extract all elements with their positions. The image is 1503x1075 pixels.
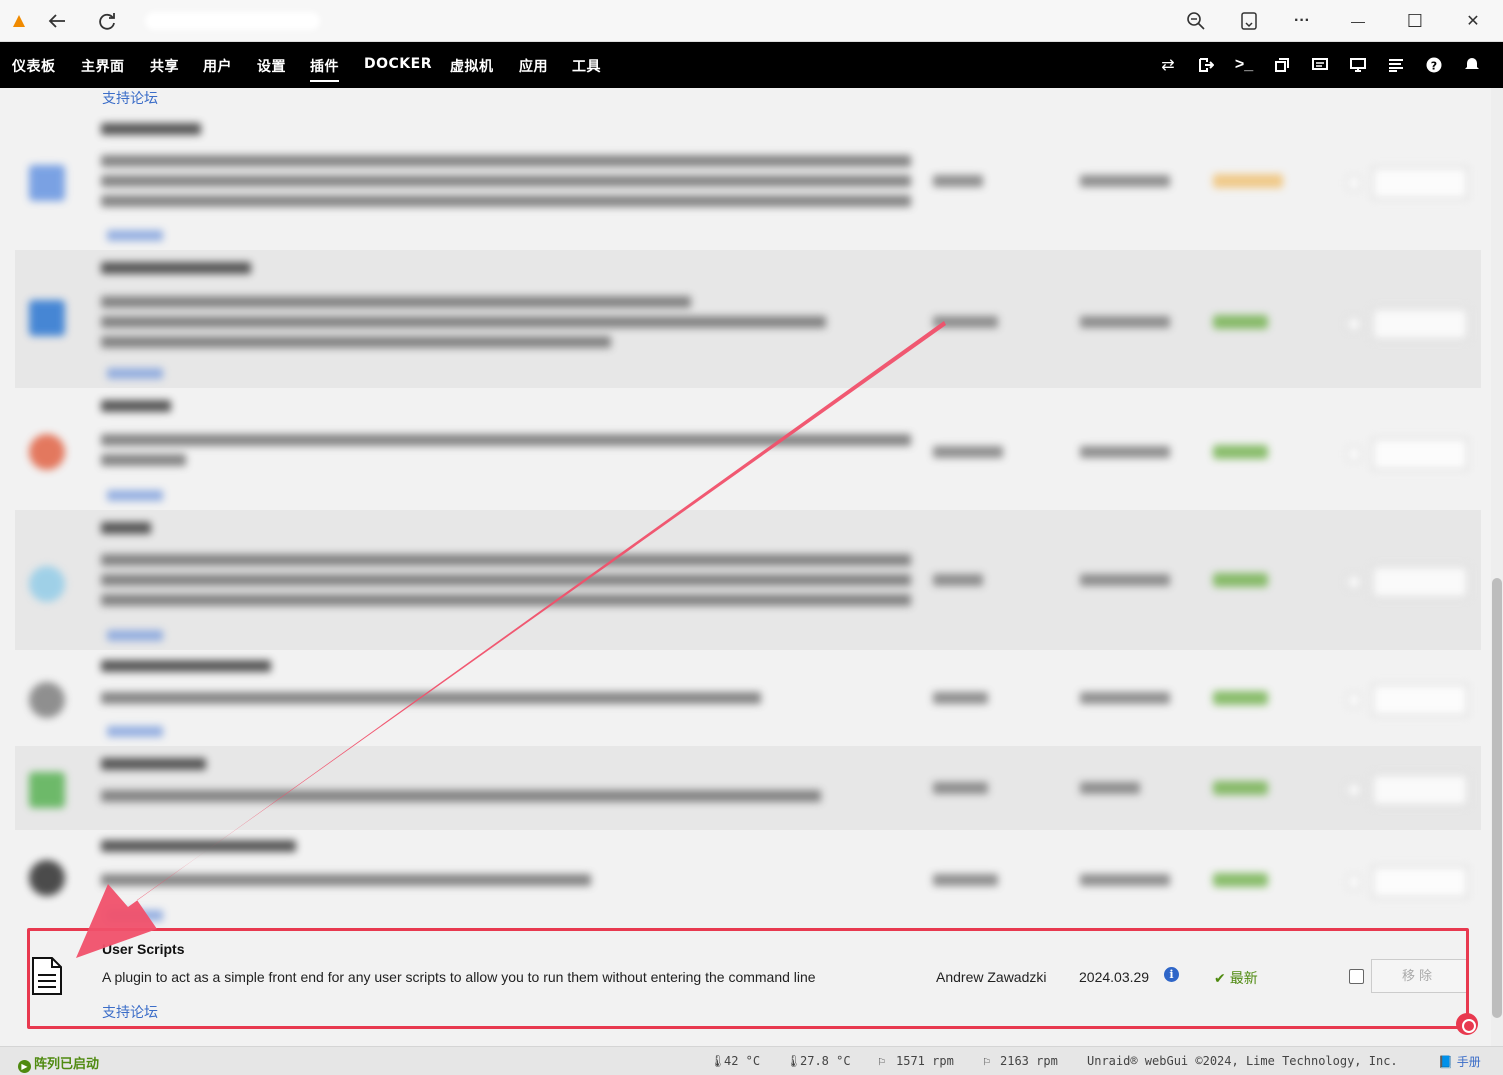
arrow-left-icon[interactable] xyxy=(42,6,72,36)
tab-users[interactable]: 用户 xyxy=(203,56,232,76)
maximize-button[interactable]: ☐ xyxy=(1400,6,1430,36)
copyright: Unraid® webGui ©2024, Lime Technology, I… xyxy=(1087,1054,1398,1068)
main-nav: 仪表板 主界面 共享 用户 设置 插件 DOCKER 虚拟机 应用 工具 ⇄ >… xyxy=(0,42,1503,88)
array-status: ▶ 阵列已启动 xyxy=(18,1053,99,1073)
refresh-icon[interactable] xyxy=(92,6,122,36)
support-forum-link[interactable]: 支持论坛 xyxy=(102,88,158,108)
manual-label: 手册 xyxy=(1456,1055,1481,1069)
plugins-list: 支持论坛 User Scripts A plugin to act as a s… xyxy=(0,88,1503,1046)
plugin-row-blurred xyxy=(15,746,1481,830)
zoom-icon[interactable] xyxy=(1181,6,1211,36)
plugin-row-blurred xyxy=(15,115,1481,250)
plugin-row-blurred xyxy=(15,250,1481,388)
thermometer-icon: 🌡 xyxy=(710,1054,726,1068)
svg-text:?: ? xyxy=(1431,60,1437,73)
minimize-button[interactable]: — xyxy=(1343,6,1373,36)
tab-dashboard[interactable]: 仪表板 xyxy=(12,56,56,76)
log-icon[interactable] xyxy=(1386,55,1406,75)
annotation-handle-icon xyxy=(1456,1013,1478,1035)
scrollbar-thumb[interactable] xyxy=(1492,578,1502,1018)
play-icon: ▶ xyxy=(18,1060,31,1073)
help-icon[interactable]: ? xyxy=(1424,55,1444,75)
fan-speed-1: 1571 rpm xyxy=(896,1054,954,1068)
app-logo-icon xyxy=(4,6,34,36)
plugin-row-blurred xyxy=(15,510,1481,650)
scrollbar[interactable] xyxy=(1491,88,1503,1046)
array-status-text: 阵列已启动 xyxy=(34,1057,100,1072)
temp-board: 27.8 °C xyxy=(800,1054,851,1068)
tab-docker[interactable]: DOCKER xyxy=(364,56,432,72)
fan-icon: ⚐ xyxy=(983,1054,991,1068)
bell-icon[interactable] xyxy=(1462,55,1482,75)
thermometer-icon: 🌡 xyxy=(786,1054,802,1068)
manual-link[interactable]: 📘 手册 xyxy=(1438,1053,1481,1070)
tab-main[interactable]: 主界面 xyxy=(81,56,125,76)
tab-vms[interactable]: 虚拟机 xyxy=(450,56,494,76)
plugin-row-blurred xyxy=(15,388,1481,510)
annotation-highlight-box xyxy=(27,928,1469,1029)
windows-icon[interactable] xyxy=(1272,55,1292,75)
address-bar[interactable] xyxy=(145,12,320,30)
book-icon: 📘 xyxy=(1438,1055,1453,1069)
tab-plugins[interactable]: 插件 xyxy=(310,56,339,82)
temp-cpu: 42 °C xyxy=(724,1054,761,1068)
status-bar: ▶ 阵列已启动 🌡 42 °C 🌡 27.8 °C ⚐ 1571 rpm ⚐ 21… xyxy=(0,1046,1503,1075)
tab-tools[interactable]: 工具 xyxy=(572,56,601,76)
tab-apps[interactable]: 应用 xyxy=(519,56,548,76)
more-menu-button[interactable]: ··· xyxy=(1287,6,1317,36)
plugin-row-blurred xyxy=(15,650,1481,746)
fan-icon: ⚐ xyxy=(878,1054,886,1068)
logout-icon[interactable] xyxy=(1196,55,1216,75)
browser-toolbar: ··· — ☐ ✕ xyxy=(0,0,1503,42)
display-icon[interactable] xyxy=(1348,55,1368,75)
feedback-icon[interactable] xyxy=(1310,55,1330,75)
swap-icon[interactable]: ⇄ xyxy=(1158,55,1178,75)
plugin-row-blurred xyxy=(15,830,1481,928)
reader-icon[interactable] xyxy=(1234,6,1264,36)
tab-settings[interactable]: 设置 xyxy=(257,56,286,76)
fan-speed-2: 2163 rpm xyxy=(1000,1054,1058,1068)
terminal-icon[interactable]: >_ xyxy=(1234,55,1254,75)
tab-shares[interactable]: 共享 xyxy=(150,56,179,76)
close-button[interactable]: ✕ xyxy=(1458,6,1488,36)
